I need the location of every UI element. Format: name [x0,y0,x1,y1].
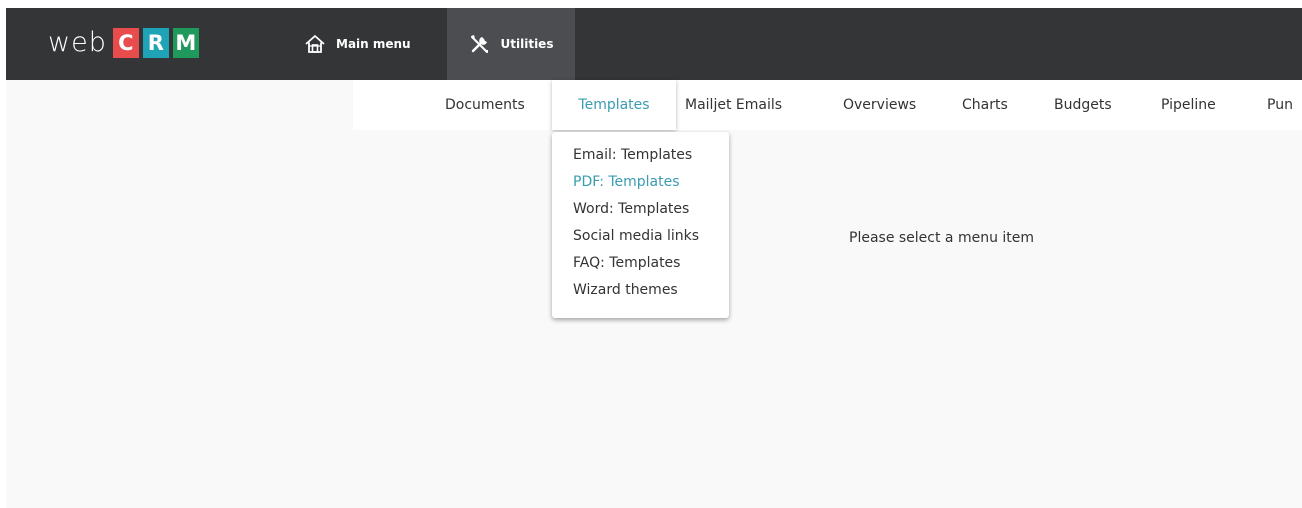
main-menu-label: Main menu [336,37,411,51]
menu-item-social-media-links[interactable]: Social media links [573,223,699,250]
tab-overviews[interactable]: Overviews [843,80,916,130]
tab-mailjet-emails[interactable]: Mailjet Emails [685,80,782,130]
menu-item-wizard-themes[interactable]: Wizard themes [573,277,678,304]
templates-dropdown-menu: Email: Templates PDF: Templates Word: Te… [552,132,729,318]
placeholder-message: Please select a menu item [849,230,1035,246]
logo-letter-m: M [172,28,199,58]
tab-budgets[interactable]: Budgets [1054,80,1112,130]
menu-item-email-templates[interactable]: Email: Templates [573,142,692,169]
tab-templates[interactable]: Templates [552,80,676,130]
tab-charts[interactable]: Charts [962,80,1008,130]
tab-documents[interactable]: Documents [445,80,525,130]
menu-item-faq-templates[interactable]: FAQ: Templates [573,250,680,277]
utilities-tab-bar: Documents Templates Mailjet Emails Overv… [353,80,1302,130]
app-frame: web C R M Main menu Utilities Documents … [6,8,1302,508]
tools-icon [469,33,491,55]
utilities-button[interactable]: Utilities [447,8,575,80]
logo-text: web [48,27,107,58]
menu-item-word-templates[interactable]: Word: Templates [573,196,689,223]
webcrm-logo[interactable]: web C R M [48,26,203,60]
menu-item-pdf-templates[interactable]: PDF: Templates [573,169,680,196]
home-icon [304,34,326,54]
tab-pun-truncated[interactable]: Pun [1267,80,1293,130]
utilities-label: Utilities [500,37,554,51]
logo-letter-c: C [112,28,139,58]
tab-pipeline[interactable]: Pipeline [1161,80,1216,130]
top-navigation-bar: web C R M Main menu Utilities [6,8,1302,80]
main-menu-button[interactable]: Main menu [304,8,434,80]
logo-letter-r: R [142,28,169,58]
